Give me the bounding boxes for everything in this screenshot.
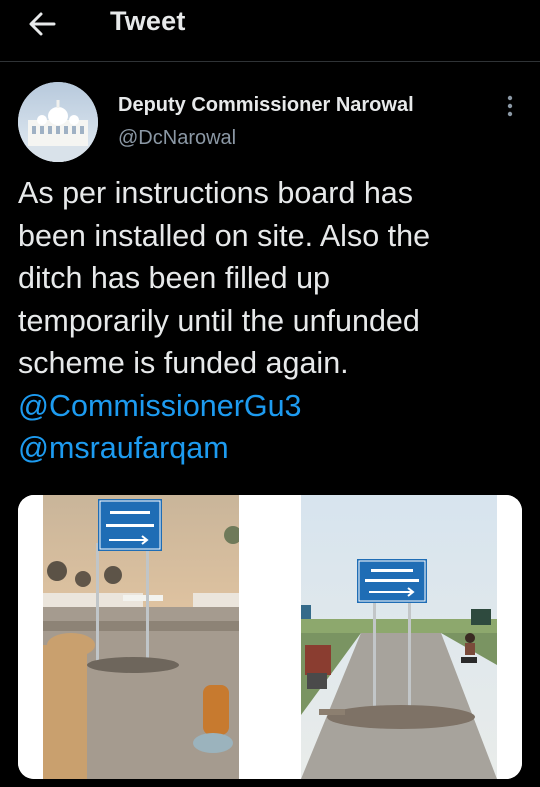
more-vertical-icon [507, 95, 513, 117]
tweet-text: As per instructions board has been insta… [18, 172, 518, 470]
author-name[interactable]: Deputy Commissioner Narowal [118, 94, 414, 117]
author-handle[interactable]: @DcNarowal [118, 127, 236, 150]
arrow-left-icon [29, 12, 56, 36]
avatar-image [18, 82, 98, 162]
avatar[interactable] [18, 82, 98, 162]
top-bar: Tweet [0, 0, 540, 62]
back-button[interactable] [24, 6, 60, 42]
page-title: Tweet [110, 6, 186, 36]
photo-sign-road [301, 495, 497, 779]
tweet-text-body: As per instructions board has been insta… [18, 176, 431, 380]
tweet-photo-2[interactable] [276, 495, 522, 779]
tweet-photo-1[interactable] [18, 495, 264, 779]
mention-link-msraufarqam[interactable]: @msraufarqam [18, 427, 518, 470]
media-grid [18, 495, 522, 779]
photo-sign-bridge [43, 495, 239, 779]
more-options-button[interactable] [497, 93, 523, 119]
mention-link-commissioner[interactable]: @CommissionerGu3 [18, 385, 518, 428]
